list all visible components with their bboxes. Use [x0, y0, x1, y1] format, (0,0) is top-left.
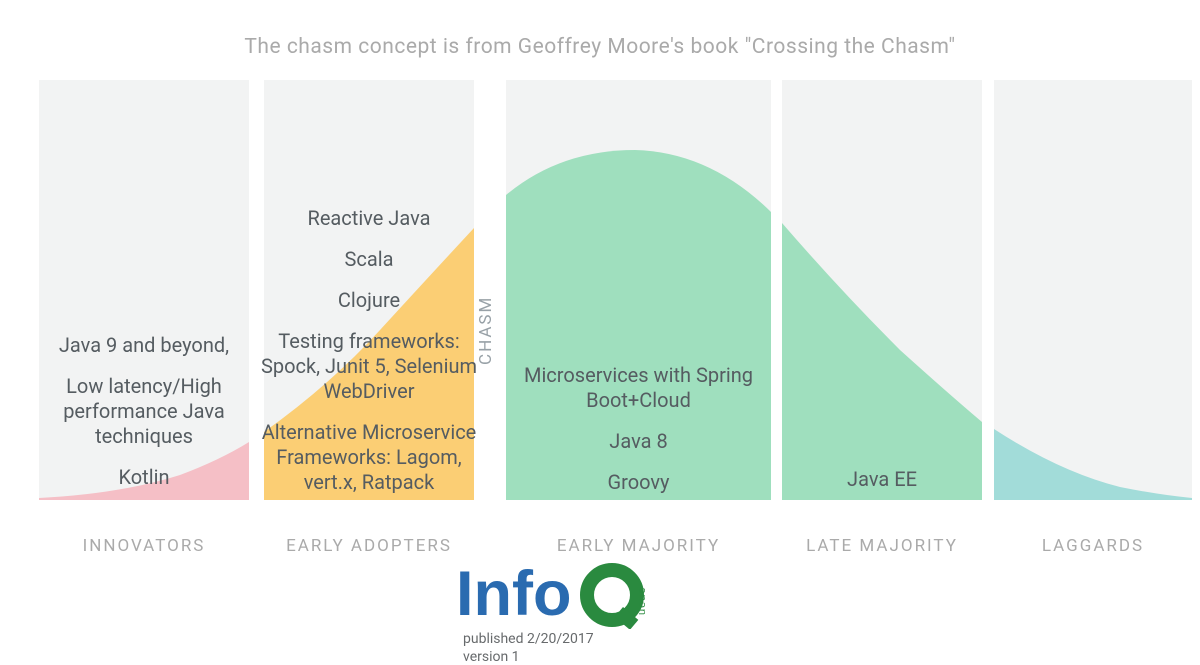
logo-ueue-text: ueue: [636, 587, 648, 615]
tech-item: Clojure: [254, 288, 484, 313]
axis-label-laggards: LAGGARDS: [994, 536, 1192, 556]
axis-label-early-majority: EARLY MAJORITY: [506, 536, 771, 556]
tech-item: Scala: [254, 247, 484, 272]
stack-early-majority: Microservices with Spring Boot+Cloud Jav…: [506, 220, 771, 495]
diagram-page: The chasm concept is from Geoffrey Moore…: [0, 0, 1200, 665]
tech-item: Reactive Java: [254, 206, 484, 231]
tech-item: Low latency/High performance Java techni…: [39, 374, 249, 449]
tech-item: Java 8: [506, 429, 771, 454]
published-line: published 2/20/2017: [463, 631, 756, 649]
axis-label-late-majority: LATE MAJORITY: [782, 536, 982, 556]
infoq-logo: Info ueue: [456, 557, 716, 629]
logo-q-glyph: [587, 570, 638, 629]
logo-info-text: Info: [456, 559, 571, 629]
subtitle-text: The chasm concept is from Geoffrey Moore…: [0, 35, 1200, 59]
curve-segment-laggards: [994, 429, 1192, 500]
tech-item: Alternative Microservice Frameworks: Lag…: [254, 420, 484, 495]
stack-innovators: Java 9 and beyond, Low latency/High perf…: [39, 240, 249, 490]
stack-early-adopters: Reactive Java Scala Clojure Testing fram…: [254, 95, 484, 495]
tech-item: Java 9 and beyond,: [39, 333, 249, 358]
tech-item: Microservices with Spring Boot+Cloud: [506, 363, 771, 413]
axis-label-innovators: INNOVATORS: [39, 536, 249, 556]
stack-late-majority: Java EE: [782, 370, 982, 492]
footer-logo-block: Info ueue published 2/20/2017 version 1: [456, 557, 756, 665]
tech-item: Groovy: [506, 470, 771, 495]
adoption-curve-chart: CHASM Java 9 and beyond, Low latency/Hig…: [0, 80, 1200, 500]
axis-label-early-adopters: EARLY ADOPTERS: [264, 536, 474, 556]
tech-item: Kotlin: [39, 465, 249, 490]
tech-item: Testing frameworks: Spock, Junit 5, Sele…: [254, 329, 484, 404]
version-line: version 1: [463, 649, 756, 665]
tech-item: Java EE: [782, 467, 982, 492]
